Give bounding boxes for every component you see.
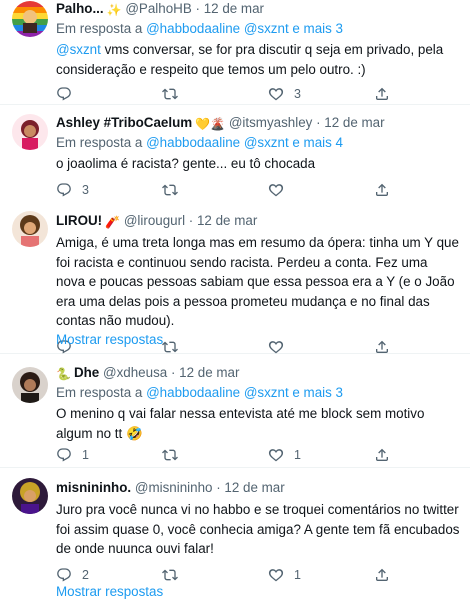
user-handle[interactable]: @lirougurl bbox=[124, 213, 185, 228]
retweet-icon bbox=[162, 341, 178, 352]
display-name[interactable]: Dhe bbox=[74, 365, 99, 380]
like-button[interactable] bbox=[268, 339, 294, 355]
tweet-header: LIROU! 🧨 @lirougurl · 12 de mar bbox=[56, 213, 258, 229]
share-icon bbox=[376, 183, 388, 196]
user-handle[interactable]: @PalhoHB bbox=[125, 1, 191, 16]
heart-icon bbox=[268, 183, 284, 196]
heart-icon bbox=[268, 568, 284, 581]
tweet-text: @sxznt vms conversar, se for pra discuti… bbox=[56, 42, 444, 77]
tweet-header: 🐍 Dhe @xdheusa · 12 de mar bbox=[56, 365, 240, 381]
timestamp[interactable]: 12 de mar bbox=[204, 1, 264, 16]
tweet-text: Amiga, é uma treta longa mas em resumo d… bbox=[56, 235, 459, 328]
mention-link[interactable]: @sxznt bbox=[56, 42, 101, 57]
tweet-text: Juro pra você nunca vi no habbo e se tro… bbox=[56, 502, 460, 556]
like-button[interactable]: 3 bbox=[268, 86, 301, 102]
share-icon bbox=[376, 87, 388, 100]
tweet-text: O menino q vai falar nessa entevista até… bbox=[56, 406, 425, 441]
reply-icon bbox=[57, 567, 71, 581]
like-button[interactable] bbox=[268, 182, 294, 198]
heart-icon bbox=[268, 340, 284, 353]
heart-icon bbox=[268, 449, 284, 462]
reply-context: Em resposta a @habbodaaline @sxznt e mai… bbox=[56, 135, 343, 150]
reply-button[interactable]: 2 bbox=[56, 567, 89, 583]
retweet-button[interactable] bbox=[162, 182, 188, 198]
share-button[interactable] bbox=[374, 339, 390, 355]
tweet-5[interactable]: misnininho. @misnininho · 12 de mar Juro… bbox=[0, 468, 470, 603]
reply-icon bbox=[57, 87, 71, 101]
reply-mentions-link[interactable]: @habbodaaline @sxznt e mais 4 bbox=[146, 135, 343, 150]
user-handle[interactable]: @xdheusa bbox=[103, 365, 167, 380]
timestamp[interactable]: 12 de mar bbox=[179, 365, 239, 380]
tweet-1[interactable]: Palho... ✨ @PalhoHB · 12 de mar Em respos… bbox=[0, 0, 470, 105]
tweet-3[interactable]: LIROU! 🧨 @lirougurl · 12 de mar Amiga, é … bbox=[0, 200, 470, 354]
reply-button[interactable]: 3 bbox=[56, 182, 89, 198]
timestamp[interactable]: 12 de mar bbox=[224, 480, 284, 495]
retweet-button[interactable] bbox=[162, 339, 188, 355]
reply-button[interactable] bbox=[56, 86, 82, 102]
avatar[interactable] bbox=[12, 367, 48, 403]
share-button[interactable] bbox=[374, 447, 390, 463]
avatar[interactable] bbox=[12, 478, 48, 514]
reply-button[interactable]: 1 bbox=[56, 447, 89, 463]
user-handle[interactable]: @itsmyashley bbox=[229, 115, 313, 130]
share-button[interactable] bbox=[374, 567, 390, 583]
retweet-button[interactable] bbox=[162, 86, 188, 102]
snake-emoji-icon: 🐍 bbox=[56, 367, 71, 381]
share-icon bbox=[376, 568, 388, 581]
firecracker-emoji-icon: 🧨 bbox=[105, 215, 121, 229]
reply-icon bbox=[57, 448, 71, 462]
retweet-icon bbox=[162, 184, 178, 195]
display-name[interactable]: LIROU! bbox=[56, 213, 102, 228]
reply-mentions-link[interactable]: @habbodaaline @sxznt e mais 3 bbox=[146, 21, 343, 36]
tweet-2[interactable]: Ashley #TriboCaelum 💛🌋 @itsmyashley · 12 … bbox=[0, 105, 470, 200]
heart-volcano-emoji-icon: 💛🌋 bbox=[195, 117, 226, 131]
timestamp[interactable]: 12 de mar bbox=[324, 115, 384, 130]
retweet-icon bbox=[162, 88, 178, 100]
avatar[interactable] bbox=[12, 1, 48, 37]
heart-icon bbox=[268, 88, 284, 101]
retweet-icon bbox=[162, 449, 178, 461]
reply-context: Em resposta a @habbodaaline @sxznt e mai… bbox=[56, 385, 343, 400]
sparkles-icon: ✨ bbox=[106, 3, 122, 17]
like-button[interactable]: 1 bbox=[268, 447, 301, 463]
reply-icon bbox=[57, 182, 71, 196]
share-button[interactable] bbox=[374, 182, 390, 198]
tweet-header: Palho... ✨ @PalhoHB · 12 de mar bbox=[56, 1, 264, 17]
tweet-header: misnininho. @misnininho · 12 de mar bbox=[56, 480, 285, 495]
user-handle[interactable]: @misnininho bbox=[135, 480, 213, 495]
retweet-icon bbox=[162, 569, 178, 580]
share-button[interactable] bbox=[374, 86, 390, 102]
share-icon bbox=[376, 448, 388, 461]
avatar[interactable] bbox=[12, 211, 48, 247]
tweet-4[interactable]: 🐍 Dhe @xdheusa · 12 de mar Em resposta a … bbox=[0, 354, 470, 468]
display-name[interactable]: Ashley #TriboCaelum bbox=[56, 115, 192, 130]
show-replies-link[interactable]: Mostrar respostas bbox=[56, 584, 163, 599]
tweet-text: o joaolima é racista? gente... eu tô cho… bbox=[56, 156, 316, 171]
show-replies-link[interactable]: Mostrar respostas bbox=[56, 332, 163, 347]
retweet-button[interactable] bbox=[162, 447, 188, 463]
share-icon bbox=[376, 340, 388, 353]
display-name[interactable]: misnininho. bbox=[56, 480, 131, 495]
timestamp[interactable]: 12 de mar bbox=[197, 213, 257, 228]
like-button[interactable]: 1 bbox=[268, 567, 301, 583]
retweet-button[interactable] bbox=[162, 567, 188, 583]
display-name[interactable]: Palho... bbox=[56, 1, 104, 16]
reply-context: Em resposta a @habbodaaline @sxznt e mai… bbox=[56, 21, 343, 36]
avatar[interactable] bbox=[12, 114, 48, 150]
tweet-actions: 1 1 bbox=[56, 447, 460, 469]
reply-mentions-link[interactable]: @habbodaaline @sxznt e mais 3 bbox=[146, 385, 343, 400]
tweet-header: Ashley #TriboCaelum 💛🌋 @itsmyashley · 12 … bbox=[56, 115, 385, 131]
